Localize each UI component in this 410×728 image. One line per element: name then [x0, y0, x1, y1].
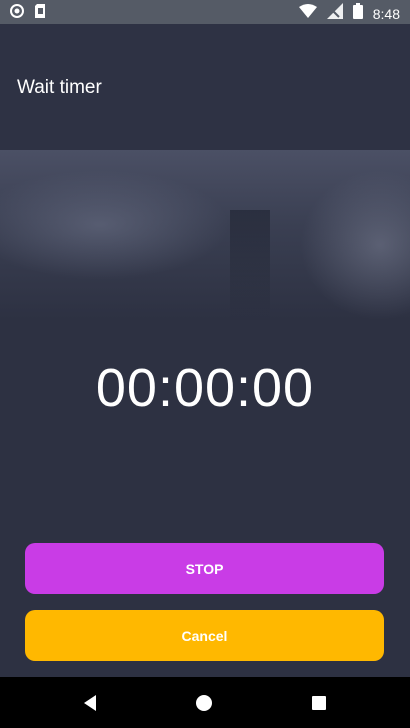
- recents-icon[interactable]: [307, 691, 331, 715]
- circle-notification-icon: [10, 4, 24, 23]
- wait-timer-screen: 8:48 Wait timer 00:00:00 STOP Cancel: [0, 0, 410, 728]
- battery-icon: [352, 3, 363, 24]
- home-icon[interactable]: [192, 691, 216, 715]
- timer-display: 00:00:00: [95, 358, 315, 418]
- status-left-icons: [10, 4, 46, 23]
- no-signal-icon: [326, 3, 343, 24]
- status-time: 8:48: [372, 5, 400, 22]
- navigation-bar: [0, 677, 410, 728]
- page-title: Wait timer: [17, 77, 102, 98]
- toolbar: Wait timer: [0, 24, 410, 150]
- cancel-button[interactable]: Cancel: [25, 610, 384, 661]
- blurred-header-image: [0, 150, 410, 320]
- sim-card-icon: [34, 4, 46, 23]
- status-bar: 8:48: [0, 0, 410, 24]
- wifi-icon: [298, 4, 317, 23]
- status-right-icons: 8:48: [298, 3, 400, 24]
- stop-button[interactable]: STOP: [25, 543, 384, 594]
- back-icon[interactable]: [78, 691, 102, 715]
